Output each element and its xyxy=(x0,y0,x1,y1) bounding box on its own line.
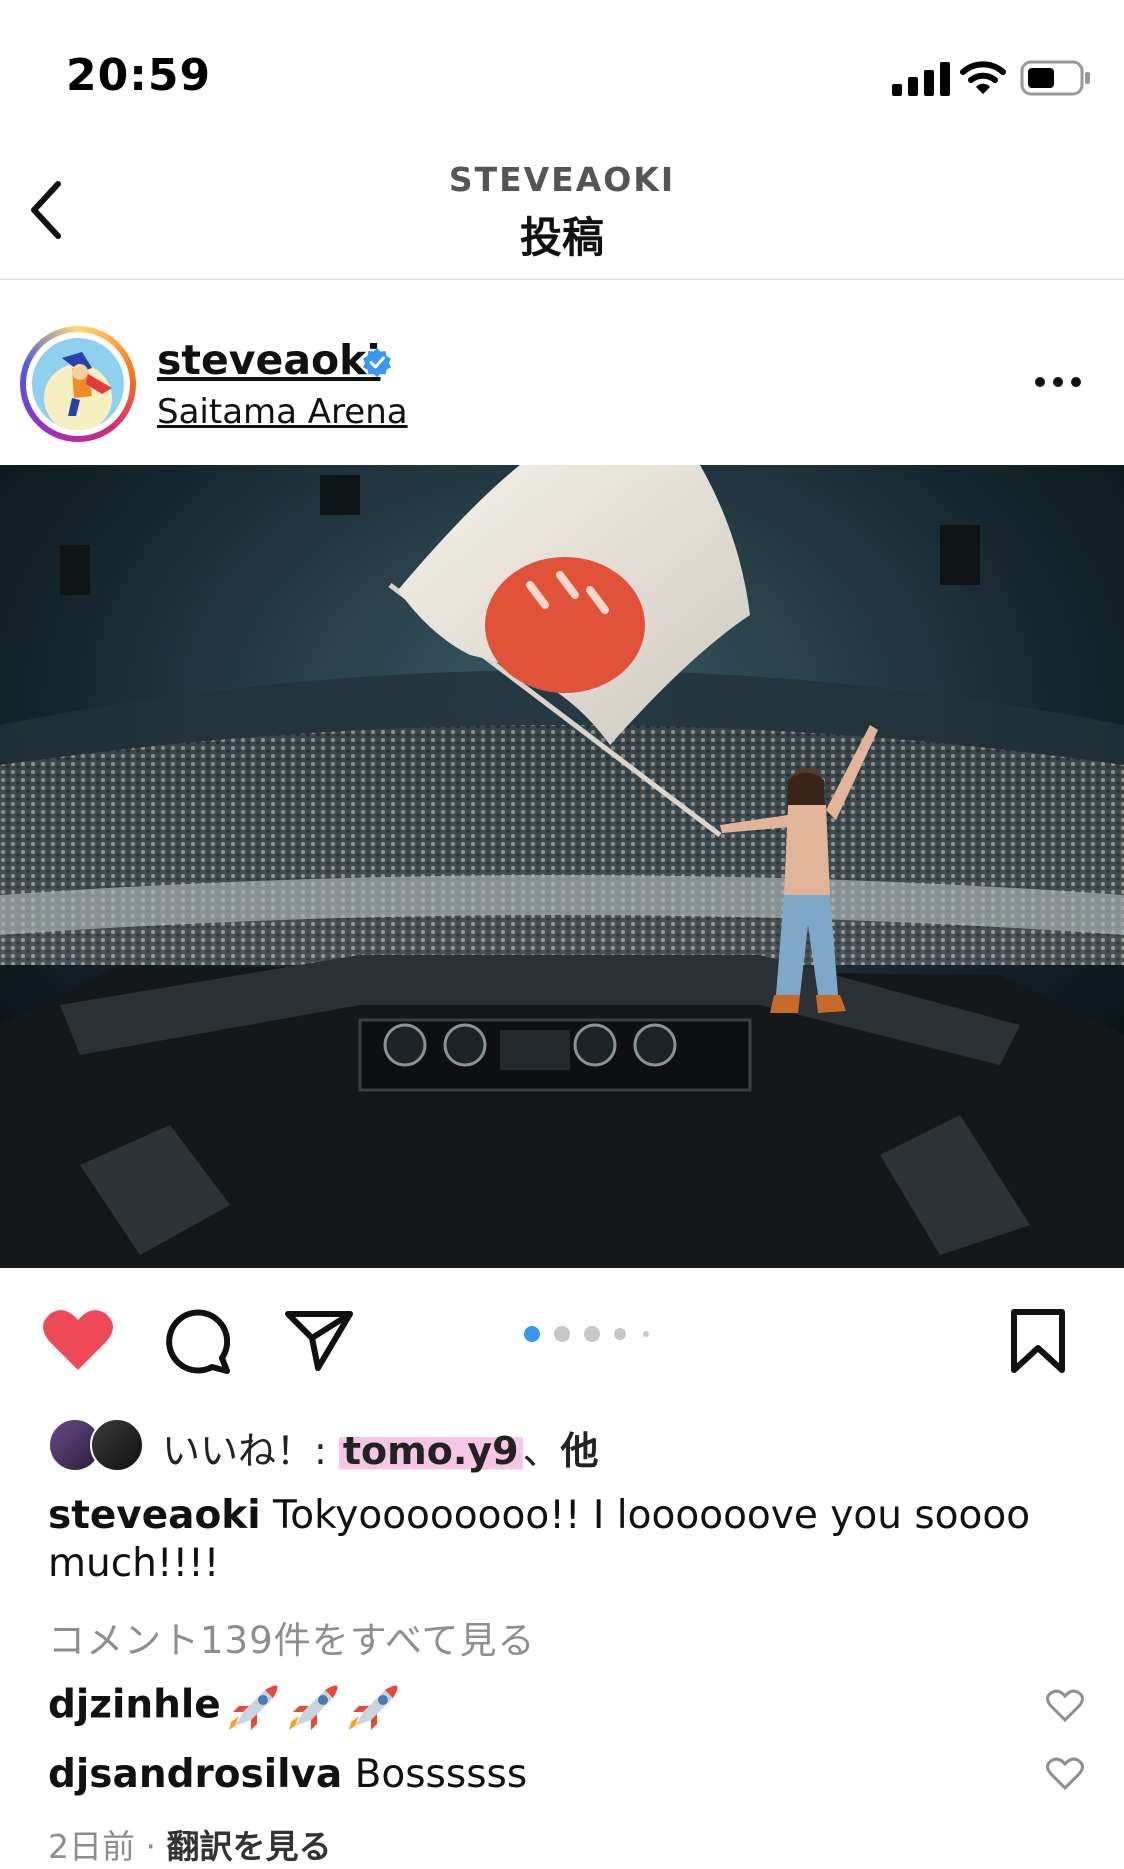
likes-summary[interactable]: いいね！: tomo.y9 、他 xyxy=(162,1420,599,1475)
post-age: 2日前 xyxy=(48,1827,135,1866)
comment-text: Bossssss xyxy=(342,1752,528,1797)
view-all-comments-link[interactable]: コメント139件をすべて見る xyxy=(48,1610,536,1664)
page-title: 投稿 xyxy=(519,213,604,262)
carousel-dot xyxy=(584,1326,600,1342)
header-divider xyxy=(0,279,1124,280)
comment-bubble-icon[interactable] xyxy=(164,1308,230,1374)
post-photo[interactable] xyxy=(0,465,1124,1268)
likes-separator: 、 xyxy=(522,1429,561,1473)
comment-row: djsandrosilva Bossssss xyxy=(48,1752,527,1797)
post-caption: steveaoki Tokyoooooooo!! I loooooove you… xyxy=(48,1492,1048,1588)
carousel-dot xyxy=(554,1326,570,1342)
verified-badge-icon xyxy=(363,348,391,377)
avatar[interactable] xyxy=(32,338,124,430)
liker-avatar[interactable] xyxy=(90,1418,144,1472)
carousel-dots xyxy=(524,1326,649,1342)
meta-separator: · xyxy=(135,1827,167,1866)
carousel-dot-active xyxy=(524,1326,540,1342)
post-location[interactable]: Saitama Arena xyxy=(157,392,408,432)
rocket-emoji-icon xyxy=(288,1685,338,1730)
nav-subtitle: STEVEAOKI xyxy=(448,160,676,199)
likes-user[interactable]: tomo.y9 xyxy=(338,1429,523,1473)
caption-username[interactable]: steveaoki xyxy=(48,1493,261,1538)
carousel-dot xyxy=(643,1331,649,1337)
comment-row: djzinhle xyxy=(48,1682,401,1732)
comment-like-icon[interactable] xyxy=(1046,1689,1084,1723)
post-username[interactable]: steveaoki xyxy=(157,336,381,384)
battery-icon xyxy=(1020,60,1090,96)
rocket-emoji-icon xyxy=(348,1685,398,1730)
paper-plane-icon[interactable] xyxy=(284,1308,354,1372)
rocket-emoji-icon xyxy=(228,1685,278,1730)
bookmark-icon[interactable] xyxy=(1008,1308,1068,1374)
carousel-dot xyxy=(614,1328,626,1340)
signal-icon xyxy=(892,62,950,96)
status-time: 20:59 xyxy=(66,50,212,101)
wifi-icon xyxy=(960,61,1006,94)
comment-username[interactable]: djzinhle xyxy=(48,1683,221,1728)
comment-like-icon[interactable] xyxy=(1046,1757,1084,1791)
translate-link[interactable]: 翻訳を見る xyxy=(166,1827,331,1866)
comment-username[interactable]: djsandrosilva xyxy=(48,1752,342,1797)
likes-prefix: いいね！: xyxy=(162,1429,339,1473)
post-meta: 2日前 · 翻訳を見る xyxy=(48,1820,331,1868)
more-dots-icon[interactable] xyxy=(1034,376,1082,388)
heart-filled-icon[interactable] xyxy=(42,1308,114,1372)
likes-others[interactable]: 他 xyxy=(561,1429,599,1473)
